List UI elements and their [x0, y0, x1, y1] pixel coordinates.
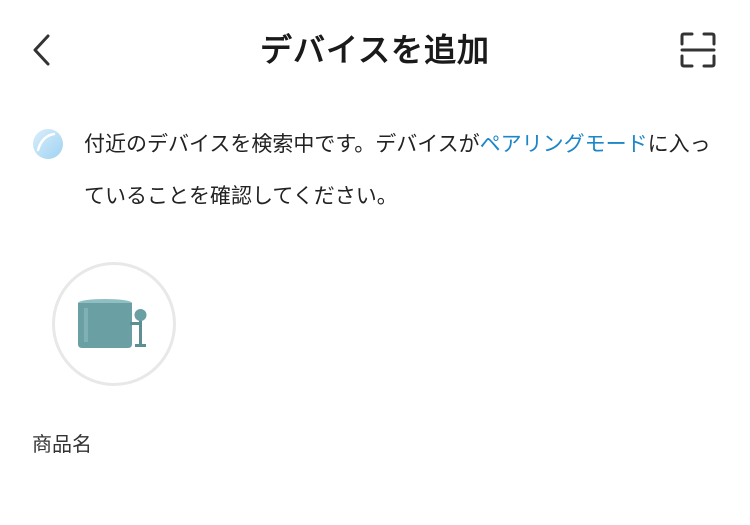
scan-button[interactable] [676, 28, 720, 72]
pairing-mode-link[interactable]: ペアリングモード [480, 132, 648, 156]
notice-text: 付近のデバイスを検索中です。デバイスがペアリングモードに入っていることを確認して… [84, 118, 724, 222]
chevron-left-icon [33, 34, 50, 66]
back-button[interactable] [22, 28, 62, 72]
device-card[interactable] [52, 262, 176, 386]
device-image-circle [52, 262, 176, 386]
product-image [78, 299, 147, 348]
scan-frame-icon [680, 32, 716, 68]
header-bar: デバイスを追加 [0, 0, 750, 100]
page-title: デバイスを追加 [259, 31, 491, 69]
spinner-icon [33, 129, 63, 159]
device-name: 商品名 [32, 432, 92, 456]
notice-text-before: 付近のデバイスを検索中です。デバイスが [84, 132, 480, 156]
